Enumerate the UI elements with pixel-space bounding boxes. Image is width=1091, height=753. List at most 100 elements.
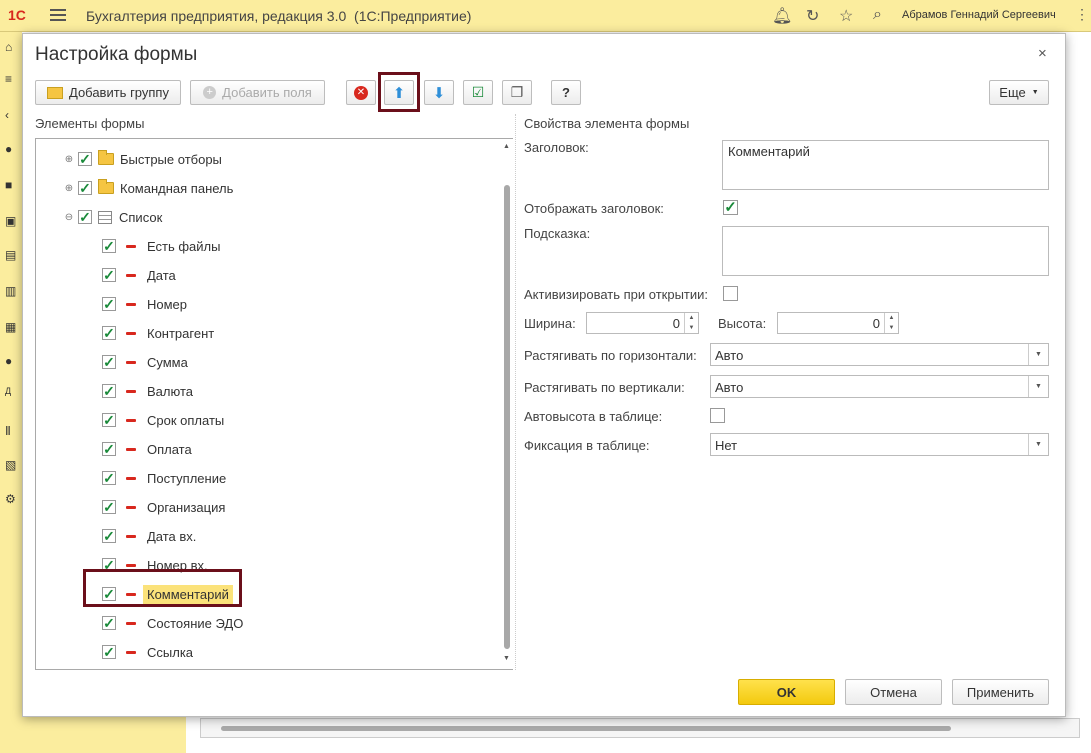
fix-select[interactable]: Нет ▼ — [710, 433, 1049, 456]
chevron-down-icon[interactable]: ▼ — [1028, 344, 1048, 365]
ok-button[interactable]: OK — [738, 679, 835, 705]
stretch-h-select[interactable]: Авто ▼ — [710, 343, 1049, 366]
delete-button[interactable]: ✕ — [346, 80, 376, 105]
menu-icon[interactable] — [50, 9, 66, 21]
copy-button[interactable]: ❐ — [502, 80, 532, 105]
height-input[interactable]: 0 ▲ ▼ — [777, 312, 899, 334]
tree-field-row[interactable]: ✓ Дата вх. — [102, 525, 196, 547]
warehouse-icon[interactable]: ▤ — [5, 248, 16, 262]
checkbox[interactable]: ✓ — [102, 384, 116, 398]
checkbox[interactable]: ✓ — [102, 442, 116, 456]
tree-field-row[interactable]: ✓ Есть файлы — [102, 235, 220, 257]
hint-field[interactable] — [722, 226, 1049, 276]
tree-field-row[interactable]: ✓ Оплата — [102, 438, 192, 460]
tree-field-row[interactable]: ✓ Ссылка — [102, 641, 193, 663]
stepper-icon[interactable]: ▲ ▼ — [884, 313, 898, 333]
field-icon — [126, 505, 136, 509]
finance-icon[interactable]: ● — [5, 142, 12, 156]
background-scrollbar[interactable] — [200, 718, 1080, 738]
scroll-down-icon[interactable]: ▼ — [503, 655, 510, 662]
panel-divider[interactable] — [515, 114, 516, 670]
checkbox[interactable]: ✓ — [102, 616, 116, 630]
tree-field-row[interactable]: ✓ Контрагент — [102, 322, 214, 344]
checkbox[interactable]: ✓ — [78, 210, 92, 224]
tree-field-row[interactable]: ✓ Организация — [102, 496, 225, 518]
tree-field-row[interactable]: ✓ Валюта — [102, 380, 193, 402]
left-text: Д — [5, 386, 12, 396]
tree-field-row[interactable]: ✓ Сумма — [102, 351, 188, 373]
scroll-up-icon[interactable]: ▲ — [503, 143, 510, 150]
checkbox[interactable]: ✓ — [102, 587, 116, 601]
tree-group-row[interactable]: ⊕ ✓ Командная панель — [64, 177, 233, 199]
check-all-button[interactable]: ☑ — [463, 80, 493, 105]
add-fields-button[interactable]: + Добавить поля — [190, 80, 325, 105]
scrollbar-thumb[interactable] — [504, 185, 510, 649]
add-group-button[interactable]: Добавить группу — [35, 80, 181, 105]
tree-group-row[interactable]: ⊖ ✓ Список — [64, 206, 162, 228]
checkbox[interactable]: ✓ — [102, 471, 116, 485]
bell-icon[interactable]: 🔔︎ — [772, 6, 792, 26]
chevron-icon[interactable]: ‹ — [5, 108, 9, 122]
move-down-button[interactable]: ⬇ — [424, 80, 454, 105]
checkbox[interactable]: ✓ — [102, 268, 116, 282]
tree-field-row[interactable]: ✓ Поступление — [102, 467, 226, 489]
cancel-button[interactable]: Отмена — [845, 679, 942, 705]
settings-icon[interactable]: ⚙ — [5, 492, 16, 506]
tree-scrollbar[interactable]: ▲ ▼ — [501, 139, 513, 669]
chevron-down-icon[interactable]: ▼ — [1028, 434, 1048, 455]
tree-field-row[interactable]: ✓ Срок оплаты — [102, 409, 224, 431]
checkbox[interactable]: ✓ — [102, 645, 116, 659]
stretch-v-select[interactable]: Авто ▼ — [710, 375, 1049, 398]
history-icon[interactable]: ↻ — [806, 6, 819, 26]
tree-field-row[interactable]: ✓ Состояние ЭДО — [102, 612, 243, 634]
star-icon[interactable]: ☆ — [839, 6, 853, 26]
checkbox[interactable]: ✓ — [78, 152, 92, 166]
os-icon[interactable]: ▦ — [5, 320, 16, 334]
stepper-icon[interactable]: ▲ ▼ — [684, 313, 698, 333]
more-icon[interactable]: ⋮ — [1075, 6, 1089, 23]
reports-icon[interactable]: Ⅱ — [5, 424, 11, 438]
folder-add-icon — [47, 86, 63, 99]
show-title-checkbox[interactable]: ✓ — [723, 200, 738, 215]
checkbox[interactable]: ✓ — [102, 297, 116, 311]
reference-icon[interactable]: ▧ — [5, 458, 16, 472]
tree-field-row-selected[interactable]: ✓ Комментарий — [102, 583, 233, 605]
chevron-down-icon: ▼ — [1031, 89, 1039, 96]
delete-icon: ✕ — [354, 85, 368, 100]
checkbox[interactable]: ✓ — [102, 355, 116, 369]
more-button[interactable]: Еще ▼ — [989, 80, 1049, 105]
checkbox[interactable]: ✓ — [78, 181, 92, 195]
tree-field-row[interactable]: ✓ Дата — [102, 264, 176, 286]
title-field[interactable]: Комментарий — [722, 140, 1049, 190]
people-icon[interactable]: ● — [5, 354, 12, 368]
search-icon[interactable]: ⌕ — [873, 6, 882, 24]
expand-icon[interactable]: ⊕ — [64, 183, 74, 194]
checkbox[interactable]: ✓ — [102, 326, 116, 340]
width-input[interactable]: 0 ▲ ▼ — [586, 312, 699, 334]
user-name[interactable]: Абрамов Геннадий Сергеевич — [902, 9, 1056, 21]
checkbox[interactable]: ✓ — [102, 413, 116, 427]
checkbox[interactable]: ✓ — [102, 500, 116, 514]
checkbox[interactable]: ✓ — [102, 529, 116, 543]
collapse-icon[interactable]: ⊖ — [64, 212, 74, 223]
expand-icon[interactable]: ⊕ — [64, 154, 74, 165]
home-icon[interactable]: ⌂ — [5, 40, 12, 54]
bag-icon[interactable]: ■ — [5, 178, 12, 192]
move-up-button[interactable]: ⬆ — [384, 80, 414, 105]
stretch-h-label: Растягивать по горизонтали: — [524, 348, 697, 363]
autoheight-checkbox[interactable] — [710, 408, 725, 423]
checkbox[interactable]: ✓ — [102, 239, 116, 253]
help-button[interactable]: ? — [551, 80, 581, 105]
production-icon[interactable]: ▥ — [5, 284, 16, 298]
activate-checkbox[interactable] — [723, 286, 738, 301]
cart-icon[interactable]: ▣ — [5, 214, 16, 228]
close-icon[interactable]: × — [1038, 45, 1047, 62]
chevron-down-icon[interactable]: ▼ — [1028, 376, 1048, 397]
tree-group-row[interactable]: ⊕ ✓ Быстрые отборы — [64, 148, 222, 170]
apply-button[interactable]: Применить — [952, 679, 1049, 705]
form-elements-tree[interactable]: ⊕ ✓ Быстрые отборы ⊕ ✓ Командная панель … — [35, 138, 513, 670]
tree-field-row[interactable]: ✓ Номер — [102, 293, 187, 315]
field-icon — [126, 476, 136, 480]
menu-icon[interactable]: ≡ — [5, 72, 12, 86]
hint-label: Подсказка: — [524, 226, 591, 241]
